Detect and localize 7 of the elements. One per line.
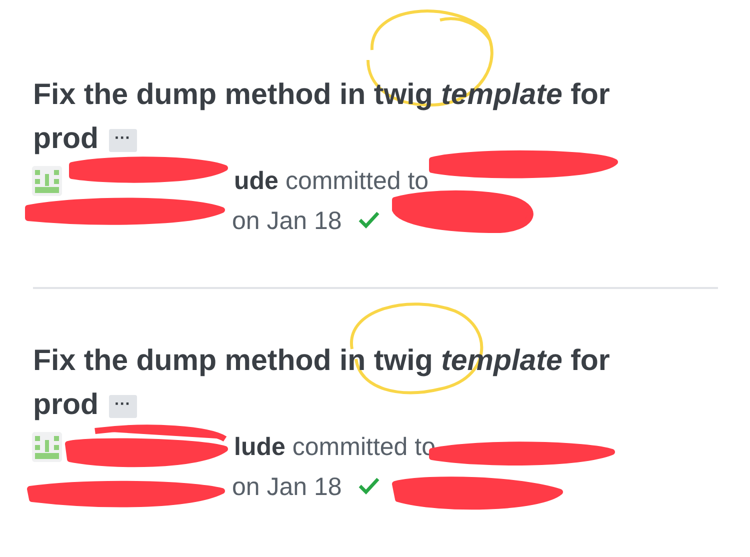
more-button[interactable]: ··· [108,128,137,152]
commit-action-text: committed to [285,166,429,196]
more-button[interactable]: ··· [108,394,137,418]
commit-date: on Jan 18 [232,206,342,236]
commit-date: on Jan 18 [232,472,342,502]
author-name[interactable]: lude [234,432,286,462]
author-name[interactable]: ude [234,166,278,196]
